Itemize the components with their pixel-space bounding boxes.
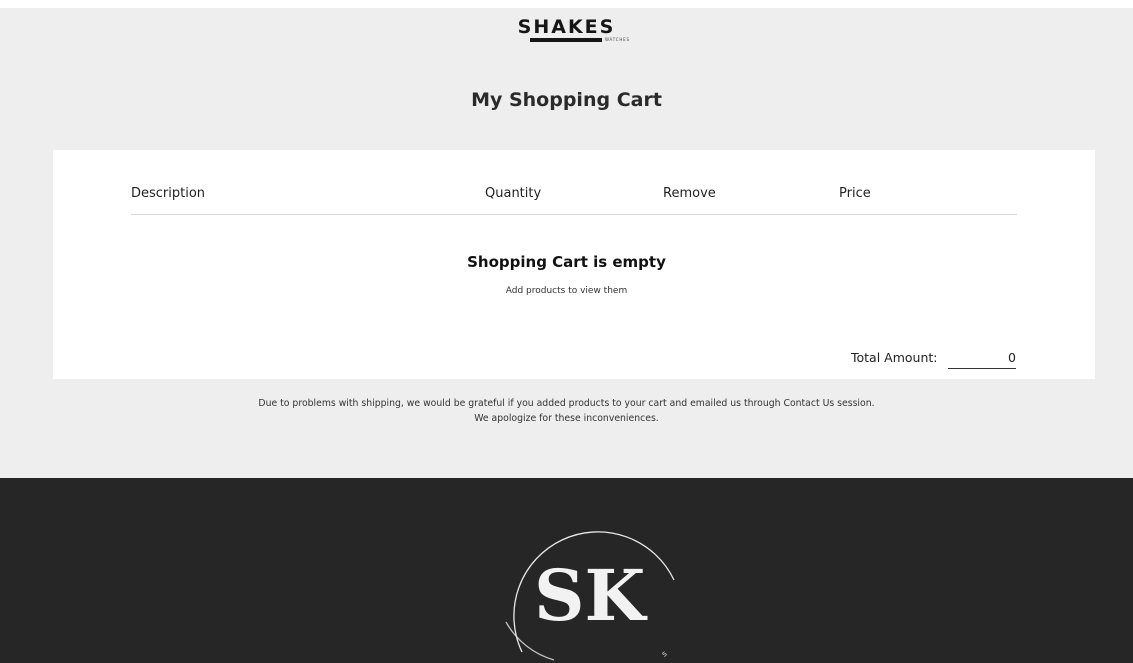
total-amount-value: 0 [1008, 350, 1016, 365]
logo-subtext: WATCHES [605, 37, 630, 42]
total-amount-label: Total Amount: [851, 350, 938, 365]
sk-monogram-letters: SK [534, 554, 648, 637]
column-header-description: Description [131, 186, 206, 201]
logo-wordmark[interactable]: SHAKES [518, 16, 616, 38]
empty-cart-title: Shopping Cart is empty [467, 253, 666, 271]
column-header-remove: Remove [663, 186, 716, 201]
sk-monogram-icon: SK s [505, 531, 675, 661]
shipping-notice-line-2: We apologize for these inconveniences. [474, 413, 659, 424]
total-amount-underline [948, 368, 1016, 369]
footer-logo[interactable]: SK s [494, 522, 684, 663]
column-header-price: Price [839, 186, 871, 201]
header-divider [131, 214, 1017, 215]
page-title: My Shopping Cart [471, 89, 662, 111]
logo-underline-bar [530, 38, 602, 42]
svg-text:s: s [660, 649, 669, 659]
column-header-quantity: Quantity [485, 186, 542, 201]
site-logo[interactable]: SHAKES [0, 16, 1133, 38]
shipping-notice: Due to problems with shipping, we would … [0, 396, 1133, 426]
empty-cart-subtitle: Add products to view them [505, 286, 628, 296]
shipping-notice-line-1: Due to problems with shipping, we would … [258, 398, 875, 409]
